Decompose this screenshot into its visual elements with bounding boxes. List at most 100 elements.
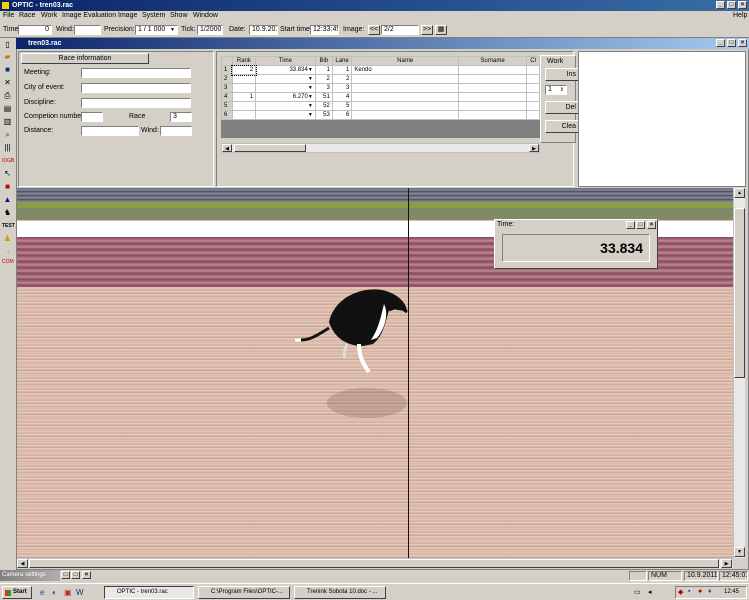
menu-show[interactable]: Show: [170, 12, 188, 19]
cell-time[interactable]: ▼: [255, 74, 316, 84]
cell-rank[interactable]: [231, 74, 257, 84]
cell-bib[interactable]: 2: [314, 74, 333, 84]
time-window-close-button[interactable]: ×: [647, 221, 656, 229]
cell-surname[interactable]: [457, 83, 528, 93]
col-bib[interactable]: Bib: [314, 56, 333, 66]
save-icon[interactable]: ■: [2, 65, 13, 75]
date-field[interactable]: 10.9.201: [249, 25, 278, 35]
photo-horizontal-scrollbar[interactable]: ◀ ▶: [17, 558, 733, 568]
insert-button[interactable]: Ins: [545, 68, 579, 81]
menu-image-evaluation[interactable]: Image Evaluation: [62, 12, 116, 19]
cell-time[interactable]: 33.834 ▼: [255, 65, 316, 75]
ie-icon[interactable]: e: [40, 588, 44, 597]
chevron-down-icon[interactable]: ▼: [308, 76, 313, 82]
com-icon[interactable]: → COM: [2, 247, 14, 265]
cell-club[interactable]: [526, 110, 540, 120]
cell-surname[interactable]: [457, 74, 528, 84]
tray-network-icon[interactable]: ▪: [688, 588, 690, 595]
cell-rank[interactable]: [231, 83, 257, 93]
zoom-icon[interactable]: ⌕: [2, 130, 13, 140]
precision-select[interactable]: 1 / 1 000 ▼: [135, 25, 178, 35]
task-optic[interactable]: OPTIC - tren03.rac: [104, 586, 194, 599]
outlook-icon[interactable]: ▣: [64, 588, 72, 597]
start-button[interactable]: Start: [2, 586, 32, 599]
time-window-maximize-button[interactable]: □: [636, 221, 645, 229]
task-word[interactable]: Trenink Sobota 10.doc - ...: [294, 586, 386, 599]
table-row[interactable]: 5 ▼ 52 5: [221, 101, 540, 111]
barcode-icon[interactable]: |||: [2, 143, 13, 153]
cell-lane[interactable]: 3: [331, 83, 353, 93]
pointer-icon[interactable]: ↖: [2, 169, 13, 179]
photo-scroll-left-arrow-icon[interactable]: ◀: [17, 559, 28, 568]
col-name[interactable]: Name: [351, 56, 459, 66]
cell-lane[interactable]: 4: [331, 92, 353, 102]
clear-button[interactable]: Clea: [545, 120, 579, 133]
tick-field[interactable]: 1/2000: [197, 25, 223, 35]
cell-time[interactable]: 6.270 ▼: [255, 92, 316, 102]
scroll-right-arrow-icon[interactable]: ▶: [529, 144, 539, 152]
cell-rank[interactable]: 2: [231, 64, 257, 76]
cell-time[interactable]: ▼: [255, 101, 316, 111]
col-club[interactable]: Cl: [526, 56, 540, 66]
chevron-down-icon[interactable]: ▼: [308, 85, 313, 91]
table-row[interactable]: 6 ▼ 53 6: [221, 110, 540, 120]
col-time[interactable]: Time: [255, 56, 316, 66]
col-surname[interactable]: Surname: [457, 56, 528, 66]
chevron-down-icon[interactable]: ▼: [308, 94, 313, 100]
cell-rank[interactable]: 1: [231, 92, 257, 102]
cell-bib[interactable]: 3: [314, 83, 333, 93]
col-rank[interactable]: Rank: [231, 56, 257, 66]
cell-club[interactable]: [526, 65, 540, 75]
cell-rank[interactable]: [231, 110, 257, 120]
scroll-thumb[interactable]: [234, 144, 306, 152]
hand-icon[interactable]: ▲: [2, 195, 13, 205]
results-horizontal-scrollbar[interactable]: ◀ ▶: [221, 143, 540, 153]
cell-surname[interactable]: [457, 101, 528, 111]
cell-lane[interactable]: 1: [331, 65, 353, 75]
tray-antivirus-icon[interactable]: ●: [698, 588, 702, 595]
camera-settings-window[interactable]: Camera settings: [0, 570, 60, 581]
cell-club[interactable]: [526, 74, 540, 84]
photo-scroll-right-arrow-icon[interactable]: ▶: [721, 559, 732, 568]
cell-bib[interactable]: 51: [314, 92, 333, 102]
cell-lane[interactable]: 2: [331, 74, 353, 84]
cell-bib[interactable]: 1: [314, 65, 333, 75]
work-spin-field[interactable]: 1 ⇕: [545, 85, 567, 95]
vertical-scroll-thumb[interactable]: [734, 208, 745, 378]
camera-restore-button[interactable]: □: [61, 571, 70, 579]
camera-maximize-button[interactable]: □: [71, 571, 80, 579]
discipline-field[interactable]: [81, 98, 191, 108]
sprinter-icon[interactable]: ♟: [2, 234, 13, 244]
cell-bib[interactable]: 53: [314, 110, 333, 120]
scroll-up-arrow-icon[interactable]: ▲: [734, 188, 745, 198]
table-row[interactable]: 2 ▼ 2 2: [221, 74, 540, 84]
monitor-icon[interactable]: ▭: [634, 588, 641, 596]
id-icon[interactable]: IDGB: [2, 156, 14, 166]
camera-close-button[interactable]: ×: [82, 571, 91, 579]
cell-surname[interactable]: [457, 110, 528, 120]
chevron-down-icon[interactable]: ▼: [308, 112, 313, 118]
menu-system[interactable]: System: [142, 12, 165, 19]
cell-time[interactable]: ▼: [255, 83, 316, 93]
col-lane[interactable]: Lane: [331, 56, 353, 66]
cell-lane[interactable]: 5: [331, 101, 353, 111]
close-button[interactable]: ×: [738, 1, 747, 9]
finish-line[interactable]: [408, 188, 409, 558]
menu-file[interactable]: File: [3, 12, 14, 19]
competition-number-field[interactable]: [81, 112, 103, 122]
time-field[interactable]: 0: [18, 25, 52, 35]
menu-image[interactable]: Image: [118, 12, 137, 19]
chevron-down-icon[interactable]: ▼: [308, 103, 313, 109]
menu-help[interactable]: Help: [733, 12, 747, 19]
cell-name[interactable]: [351, 74, 459, 84]
horizontal-scroll-thumb[interactable]: [29, 559, 719, 568]
start-time-field[interactable]: 12:33:45: [310, 25, 339, 35]
preview-icon[interactable]: ▤: [2, 104, 13, 114]
cell-name[interactable]: [351, 83, 459, 93]
print-icon[interactable]: ⎙: [2, 91, 13, 101]
new-file-icon[interactable]: ▯: [2, 40, 13, 50]
table-row[interactable]: 1 2 33.834 ▼ 1 1 Kendo: [221, 64, 540, 76]
delete-button[interactable]: Del: [545, 101, 579, 114]
cell-surname[interactable]: [457, 92, 528, 102]
race-number-field[interactable]: 3: [170, 112, 192, 122]
